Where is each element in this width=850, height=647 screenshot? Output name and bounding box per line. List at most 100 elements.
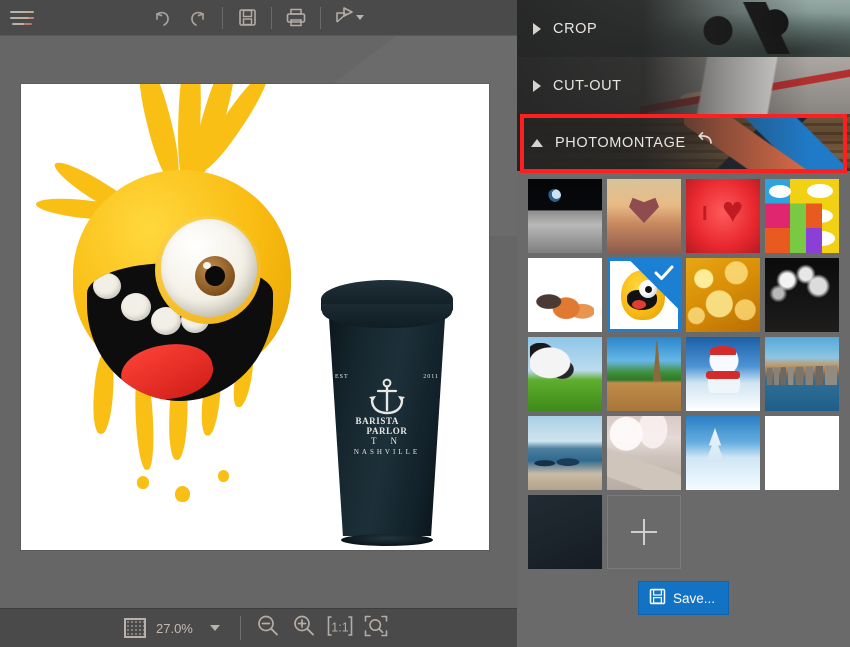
floppy-disk-icon [237, 7, 258, 28]
zoom-level-value: 27.0% [156, 620, 193, 636]
monster-illustration [35, 84, 355, 508]
main-toolbar [0, 0, 517, 36]
menu-line-2 [10, 16, 34, 19]
share-dropdown-caret[interactable] [355, 15, 364, 20]
zoom-region-icon[interactable] [124, 618, 146, 638]
coffee-cup: EST 2011 BARISTA PARLOR T N NASHVILLE [321, 280, 453, 546]
monster-droplet-2 [175, 486, 190, 502]
add-background-tile[interactable] [607, 495, 681, 569]
thumbnail-i-love-heart[interactable] [686, 179, 760, 253]
section-header-crop[interactable]: CROP [517, 0, 850, 57]
zoom-dropdown-caret[interactable] [210, 625, 220, 631]
thumbnail-white-blank[interactable] [765, 416, 839, 490]
save-button[interactable] [229, 3, 265, 33]
undo-button[interactable] [144, 3, 180, 33]
printer-icon [285, 7, 307, 28]
thumbnail-cow-meadow[interactable] [528, 337, 602, 411]
undo-icon [151, 7, 173, 29]
zoom-out-button[interactable] [251, 613, 285, 643]
share-export-icon [333, 5, 355, 31]
hamburger-menu-icon[interactable] [0, 0, 44, 36]
fit-to-screen-button[interactable] [359, 613, 393, 643]
zoom-in-button[interactable] [287, 613, 321, 643]
monster-pupil [205, 266, 225, 286]
thumbnail-cherry-blossom[interactable] [607, 416, 681, 490]
statusbar-separator [240, 616, 241, 640]
thumbnail-venice-gondolas[interactable] [528, 416, 602, 490]
cup-logo-state: T N [370, 436, 404, 446]
section-label-crop: CROP [553, 20, 598, 37]
redo-button[interactable] [180, 3, 216, 33]
cup-logo-brand-left: BARISTA [355, 416, 399, 426]
snowman-scarf [706, 371, 740, 379]
thumbnail-winter-snow[interactable] [686, 416, 760, 490]
thumbnail-moon-earth[interactable] [528, 179, 602, 253]
chevron-right-icon [533, 22, 541, 35]
one-to-one-icon: 1:1 [326, 613, 354, 644]
cup-logo-banner: BARISTA PARLOR [335, 416, 439, 436]
section-label-photomontage: PHOTOMONTAGE [555, 134, 686, 151]
chevron-right-icon [533, 79, 541, 92]
section-label-cutout: CUT-OUT [553, 77, 622, 94]
monster-tooth-2 [121, 293, 151, 321]
zoom-out-icon [255, 613, 281, 644]
menu-line-1 [10, 10, 34, 13]
floppy-disk-icon [649, 588, 666, 608]
section-header-cutout[interactable]: CUT-OUT [517, 57, 850, 114]
menu-line-3 [12, 22, 32, 25]
redo-icon [187, 7, 209, 29]
chevron-down-icon [531, 138, 543, 147]
comic-bubble-3 [773, 209, 797, 222]
tools-panel: CROP CUT-OUT PHOTOMONTAGE I ♥ Save... [517, 0, 850, 647]
comic-bubble-1 [769, 185, 791, 198]
cup-logo-brand-right: PARLOR [366, 426, 408, 436]
comic-bubble-5 [809, 231, 835, 246]
svg-text:1:1: 1:1 [331, 620, 348, 634]
editor-area: EST 2011 BARISTA PARLOR T N NASHVILLE 27… [0, 0, 517, 647]
thumbnail-snowman[interactable] [686, 337, 760, 411]
application-window: EST 2011 BARISTA PARLOR T N NASHVILLE 27… [0, 0, 850, 647]
canvas-image[interactable]: EST 2011 BARISTA PARLOR T N NASHVILLE [21, 84, 489, 550]
thumbnail-nyc-skyline[interactable] [765, 337, 839, 411]
anchor-icon [335, 376, 439, 416]
save-montage-button[interactable]: Save... [637, 581, 730, 615]
fit-screen-icon [362, 613, 390, 644]
save-button-label: Save... [672, 590, 716, 606]
thumbnail-golden-bokeh[interactable] [686, 258, 760, 332]
background-chooser: Save... [517, 171, 850, 615]
cup-base [341, 534, 433, 546]
toolbar-separator-3 [320, 6, 321, 29]
thumbnail-grid [517, 179, 850, 569]
canvas-area[interactable]: EST 2011 BARISTA PARLOR T N NASHVILLE [0, 36, 517, 608]
monster-droplet-3 [218, 470, 229, 482]
thumbnail-pets-white[interactable] [528, 258, 602, 332]
thumbnail-concert-lights[interactable] [765, 258, 839, 332]
monster-tooth-1 [93, 273, 121, 299]
thumbnail-yellow-monster[interactable] [607, 258, 681, 332]
snowman-hat [710, 346, 736, 355]
monster-droplet-1 [137, 476, 149, 489]
reset-button[interactable] [696, 130, 716, 155]
thumbnail-comic-pop-art[interactable] [765, 179, 839, 253]
save-row: Save... [517, 581, 850, 615]
reset-arrow-icon [696, 130, 716, 155]
actual-size-button[interactable]: 1:1 [323, 613, 357, 643]
monster-tongue [117, 338, 217, 401]
section-header-photomontage[interactable]: PHOTOMONTAGE [517, 114, 850, 171]
plus-icon [631, 519, 657, 545]
toolbar-separator-1 [222, 6, 223, 29]
thumbnail-paris-deck[interactable] [607, 337, 681, 411]
thumbnail-dark-navy[interactable] [528, 495, 602, 569]
print-button[interactable] [278, 3, 314, 33]
toolbar-separator-2 [271, 6, 272, 29]
cup-logo-city: NASHVILLE [353, 448, 421, 456]
comic-bubble-4 [805, 209, 833, 223]
panel-empty-space [517, 615, 850, 647]
monster-eye-glint [203, 262, 211, 269]
status-bar: 27.0% 1:1 [0, 608, 517, 647]
cup-logo: EST 2011 BARISTA PARLOR T N NASHVILLE [335, 374, 439, 460]
checkmark-icon [654, 264, 674, 287]
zoom-in-icon [291, 613, 317, 644]
share-button[interactable] [327, 5, 369, 31]
thumbnail-heart-tree[interactable] [607, 179, 681, 253]
